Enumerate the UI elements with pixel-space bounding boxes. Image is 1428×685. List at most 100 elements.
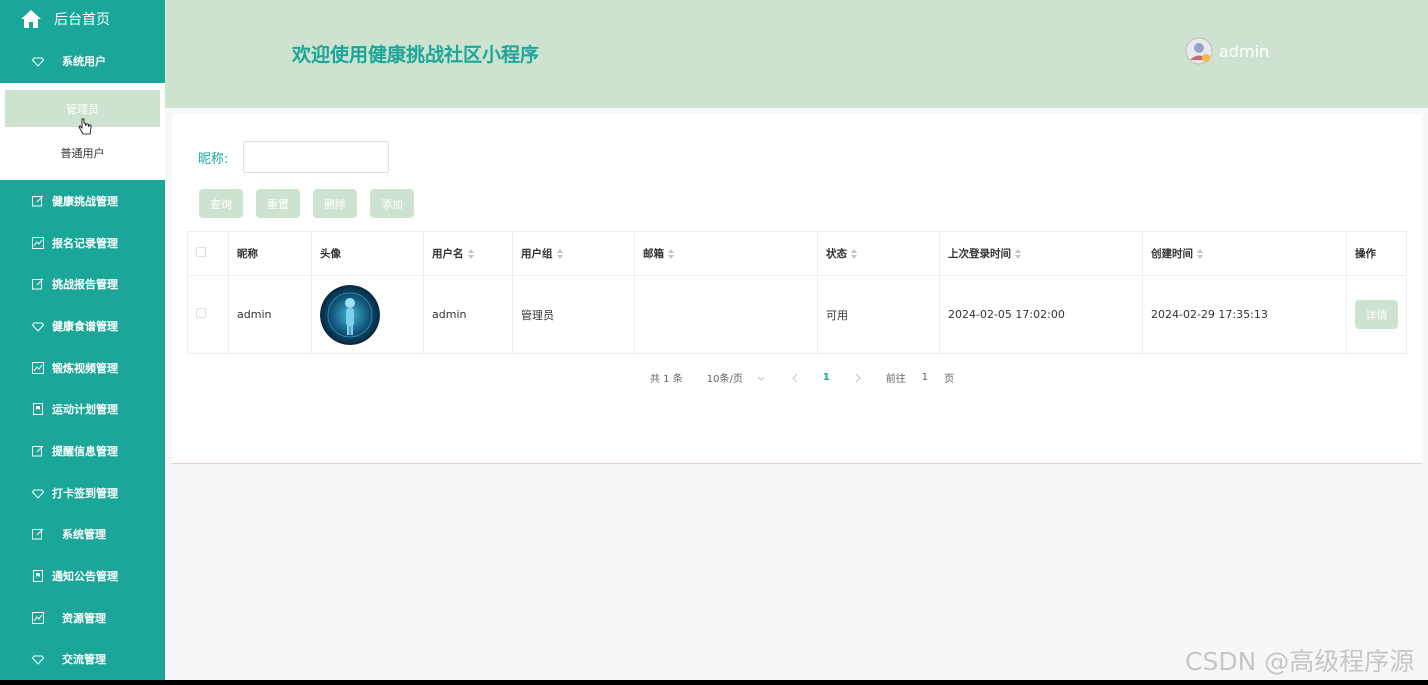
header-email-label: 邮箱 <box>643 248 664 260</box>
cell-group: 管理员 <box>512 275 635 354</box>
select-all-checkbox[interactable] <box>196 247 206 257</box>
cell-email <box>634 275 818 354</box>
cell-nickname: admin <box>228 275 312 354</box>
submenu-item-normal-user[interactable]: 普通用户 <box>5 134 160 171</box>
sidebar-item-exchange[interactable]: 交流管理 <box>0 639 165 681</box>
sidebar-item-label: 系统用户 <box>62 54 106 68</box>
header-checkbox-cell <box>187 231 229 276</box>
sidebar-item-label: 交流管理 <box>62 653 106 667</box>
header-action: 操作 <box>1346 231 1407 276</box>
chevron-right-icon[interactable] <box>854 373 862 383</box>
home-icon <box>21 10 41 28</box>
query-button[interactable]: 查询 <box>199 189 243 218</box>
delete-button[interactable]: 删除 <box>313 189 357 218</box>
sidebar-item-reminder[interactable]: 提醒信息管理 <box>0 430 165 472</box>
header-created-label: 创建时间 <box>1151 248 1193 260</box>
content-panel: 昵称: 查询 重置 删除 添加 昵称 头像 用户名 用户组 邮箱 状态 上次登录… <box>172 114 1422 464</box>
pager-size-label: 10条/页 <box>706 374 743 385</box>
sort-icon[interactable] <box>467 249 474 259</box>
header-email[interactable]: 邮箱 <box>634 231 818 276</box>
row-checkbox[interactable] <box>196 308 206 318</box>
header-group-label: 用户组 <box>521 248 553 260</box>
sidebar-item-plan[interactable]: 运动计划管理 <box>0 388 165 430</box>
edit-icon <box>32 195 44 207</box>
row-checkbox-cell <box>187 275 229 354</box>
sidebar-item-label: 提醒信息管理 <box>52 444 118 458</box>
pager-current-page[interactable]: 1 <box>823 372 830 383</box>
brand-label: 后台首页 <box>54 12 110 28</box>
cell-last-login: 2024-02-05 17:02:00 <box>939 275 1143 354</box>
edit-icon <box>32 445 44 457</box>
sidebar-item-label: 报名记录管理 <box>52 236 118 250</box>
diamond-icon <box>32 57 44 67</box>
user-menu[interactable]: admin <box>1185 37 1269 65</box>
sidebar-item-recipe[interactable]: 健康食谱管理 <box>0 305 165 347</box>
row-avatar-image[interactable] <box>320 284 380 345</box>
pager-total: 共 1 条 <box>650 374 683 385</box>
reset-button[interactable]: 重置 <box>256 189 300 218</box>
diamond-icon <box>32 489 44 499</box>
sort-icon[interactable] <box>1197 249 1203 259</box>
header-avatar: 头像 <box>311 231 424 276</box>
nickname-label: 昵称: <box>198 151 229 167</box>
sidebar-item-checkin[interactable]: 打卡签到管理 <box>0 472 165 514</box>
sort-icon[interactable] <box>851 249 857 259</box>
cell-status: 可用 <box>817 275 940 354</box>
header-username[interactable]: 用户名 <box>423 231 513 276</box>
search-form: 昵称: <box>198 141 389 173</box>
action-buttons: 查询 重置 删除 添加 <box>199 189 427 218</box>
header-status[interactable]: 状态 <box>817 231 940 276</box>
diamond-icon <box>32 322 44 332</box>
user-avatar-icon <box>1185 37 1213 65</box>
sidebar-item-label: 运动计划管理 <box>52 403 118 417</box>
add-button[interactable]: 添加 <box>370 189 414 218</box>
sidebar-brand[interactable]: 后台首页 <box>0 0 165 38</box>
chart-icon <box>32 236 44 249</box>
header-created[interactable]: 创建时间 <box>1142 231 1347 276</box>
sidebar-item-label: 通知公告管理 <box>52 570 118 584</box>
sort-icon[interactable] <box>668 249 674 259</box>
sidebar-item-notice[interactable]: 通知公告管理 <box>0 555 165 597</box>
sidebar-item-label: 锻炼视频管理 <box>52 361 118 375</box>
bookmark-icon <box>33 403 43 416</box>
sidebar-item-label: 打卡签到管理 <box>52 486 118 500</box>
bookmark-icon <box>33 570 43 583</box>
sidebar-item-resource[interactable]: 资源管理 <box>0 597 165 639</box>
cell-username: admin <box>423 275 513 354</box>
table-header-row: 昵称 头像 用户名 用户组 邮箱 状态 上次登录时间 创建时间 操作 <box>187 231 1407 276</box>
table-row: admin admin 管理员 可用 2024-02-05 17:02:00 2… <box>187 275 1407 354</box>
watermark: CSDN @高级程序源 <box>1185 647 1415 676</box>
hand-cursor-icon <box>78 118 92 135</box>
header-status-label: 状态 <box>826 248 847 260</box>
header-last-login[interactable]: 上次登录时间 <box>939 231 1143 276</box>
cell-action: 详情 <box>1346 275 1407 354</box>
header-group[interactable]: 用户组 <box>512 231 635 276</box>
cell-avatar <box>311 275 424 354</box>
header: 欢迎使用健康挑战社区小程序 admin <box>165 0 1428 108</box>
sort-icon[interactable] <box>1015 249 1021 259</box>
header-username-label: 用户名 <box>432 248 464 260</box>
diamond-icon <box>32 655 44 666</box>
sidebar-item-label: 资源管理 <box>62 611 106 625</box>
sidebar-item-system[interactable]: 系统管理 <box>0 514 165 556</box>
detail-button[interactable]: 详情 <box>1355 300 1398 329</box>
sidebar-item-video[interactable]: 锻炼视频管理 <box>0 347 165 389</box>
sidebar-item-report[interactable]: 挑战报告管理 <box>0 263 165 305</box>
pager-goto-input[interactable]: 1 <box>922 372 928 383</box>
edit-icon <box>32 278 44 290</box>
sidebar-item-label: 挑战报告管理 <box>52 278 118 292</box>
pager-size-select[interactable]: 10条/页 <box>707 370 765 385</box>
sidebar-item-system-users[interactable]: 系统用户 <box>0 38 165 83</box>
header-nickname: 昵称 <box>228 231 312 276</box>
sidebar-item-label: 健康食谱管理 <box>52 319 118 333</box>
nickname-input[interactable] <box>243 141 389 173</box>
main-area: 欢迎使用健康挑战社区小程序 admin 昵称: 查询 重置 删除 添加 昵称 头… <box>165 0 1428 680</box>
cell-created: 2024-02-29 17:35:13 <box>1142 275 1347 354</box>
sidebar-item-challenge[interactable]: 健康挑战管理 <box>0 180 165 222</box>
sort-icon[interactable] <box>556 249 563 259</box>
sidebar-item-signup[interactable]: 报名记录管理 <box>0 222 165 264</box>
chart-icon <box>32 611 44 624</box>
user-name: admin <box>1219 41 1270 61</box>
pager-page-unit: 页 <box>944 374 955 385</box>
chevron-left-icon[interactable] <box>791 373 799 383</box>
